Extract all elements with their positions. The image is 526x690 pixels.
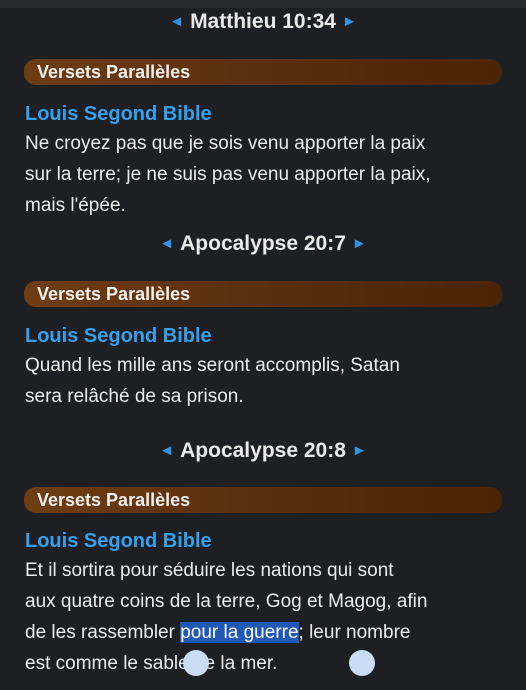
- verse-text[interactable]: Et il sortira pour séduire les nations q…: [25, 555, 505, 679]
- reference-title[interactable]: Apocalypse 20:7: [180, 232, 346, 255]
- selection-start-handle[interactable]: [183, 650, 209, 676]
- verse-line: sera relâché de sa prison.: [25, 386, 244, 407]
- verse-line: mais l'épée.: [25, 195, 126, 216]
- next-verse-arrow-icon[interactable]: ►: [346, 235, 373, 252]
- previous-verse-arrow-icon[interactable]: ◄: [153, 442, 180, 459]
- selected-text-highlight[interactable]: pour la guerre: [180, 622, 299, 643]
- section-title: Versets Parallèles: [37, 284, 191, 304]
- verse-line: Et il sortira pour séduire les nations q…: [25, 560, 394, 581]
- previous-verse-arrow-icon[interactable]: ◄: [163, 13, 190, 30]
- next-verse-arrow-icon[interactable]: ►: [346, 442, 373, 459]
- parallel-verses-header: Versets Parallèles: [24, 487, 502, 513]
- section-title: Versets Parallèles: [37, 62, 191, 82]
- bible-version-link[interactable]: Louis Segond Bible: [25, 530, 212, 553]
- section-title: Versets Parallèles: [37, 490, 191, 510]
- verse-line: Ne croyez pas que je sois venu apporter …: [25, 133, 426, 154]
- status-bar-strip: [0, 0, 526, 8]
- verse-text[interactable]: Ne croyez pas que je sois venu apporter …: [25, 128, 505, 221]
- verse-text[interactable]: Quand les mille ans seront accomplis, Sa…: [25, 350, 505, 412]
- next-verse-arrow-icon[interactable]: ►: [336, 13, 363, 30]
- verse-line: est comme le sable de la mer.: [25, 653, 278, 674]
- selection-end-handle[interactable]: [349, 650, 375, 676]
- verse-line: sur la terre; je ne suis pas venu apport…: [25, 164, 431, 185]
- verse-line: Quand les mille ans seront accomplis, Sa…: [25, 355, 400, 376]
- reference-nav-matthieu-10-34: ◄ Matthieu 10:34 ►: [0, 10, 526, 34]
- bible-version-link[interactable]: Louis Segond Bible: [25, 103, 212, 126]
- parallel-verses-header: Versets Parallèles: [24, 59, 502, 85]
- verse-text-segment: de les rassembler: [25, 622, 181, 643]
- verse-line: aux quatre coins de la terre, Gog et Mag…: [25, 591, 428, 612]
- reference-nav-apocalypse-20-7: ◄ Apocalypse 20:7 ►: [0, 232, 526, 256]
- reference-nav-apocalypse-20-8: ◄ Apocalypse 20:8 ►: [0, 439, 526, 463]
- parallel-verses-header: Versets Parallèles: [24, 281, 502, 307]
- bible-version-link[interactable]: Louis Segond Bible: [25, 325, 212, 348]
- reference-title[interactable]: Apocalypse 20:8: [180, 439, 346, 462]
- verse-text-segment: ; leur nombre: [298, 622, 411, 643]
- verse-line: de les rassembler pour la guerre; leur n…: [25, 617, 505, 648]
- previous-verse-arrow-icon[interactable]: ◄: [153, 235, 180, 252]
- reference-title[interactable]: Matthieu 10:34: [190, 10, 336, 33]
